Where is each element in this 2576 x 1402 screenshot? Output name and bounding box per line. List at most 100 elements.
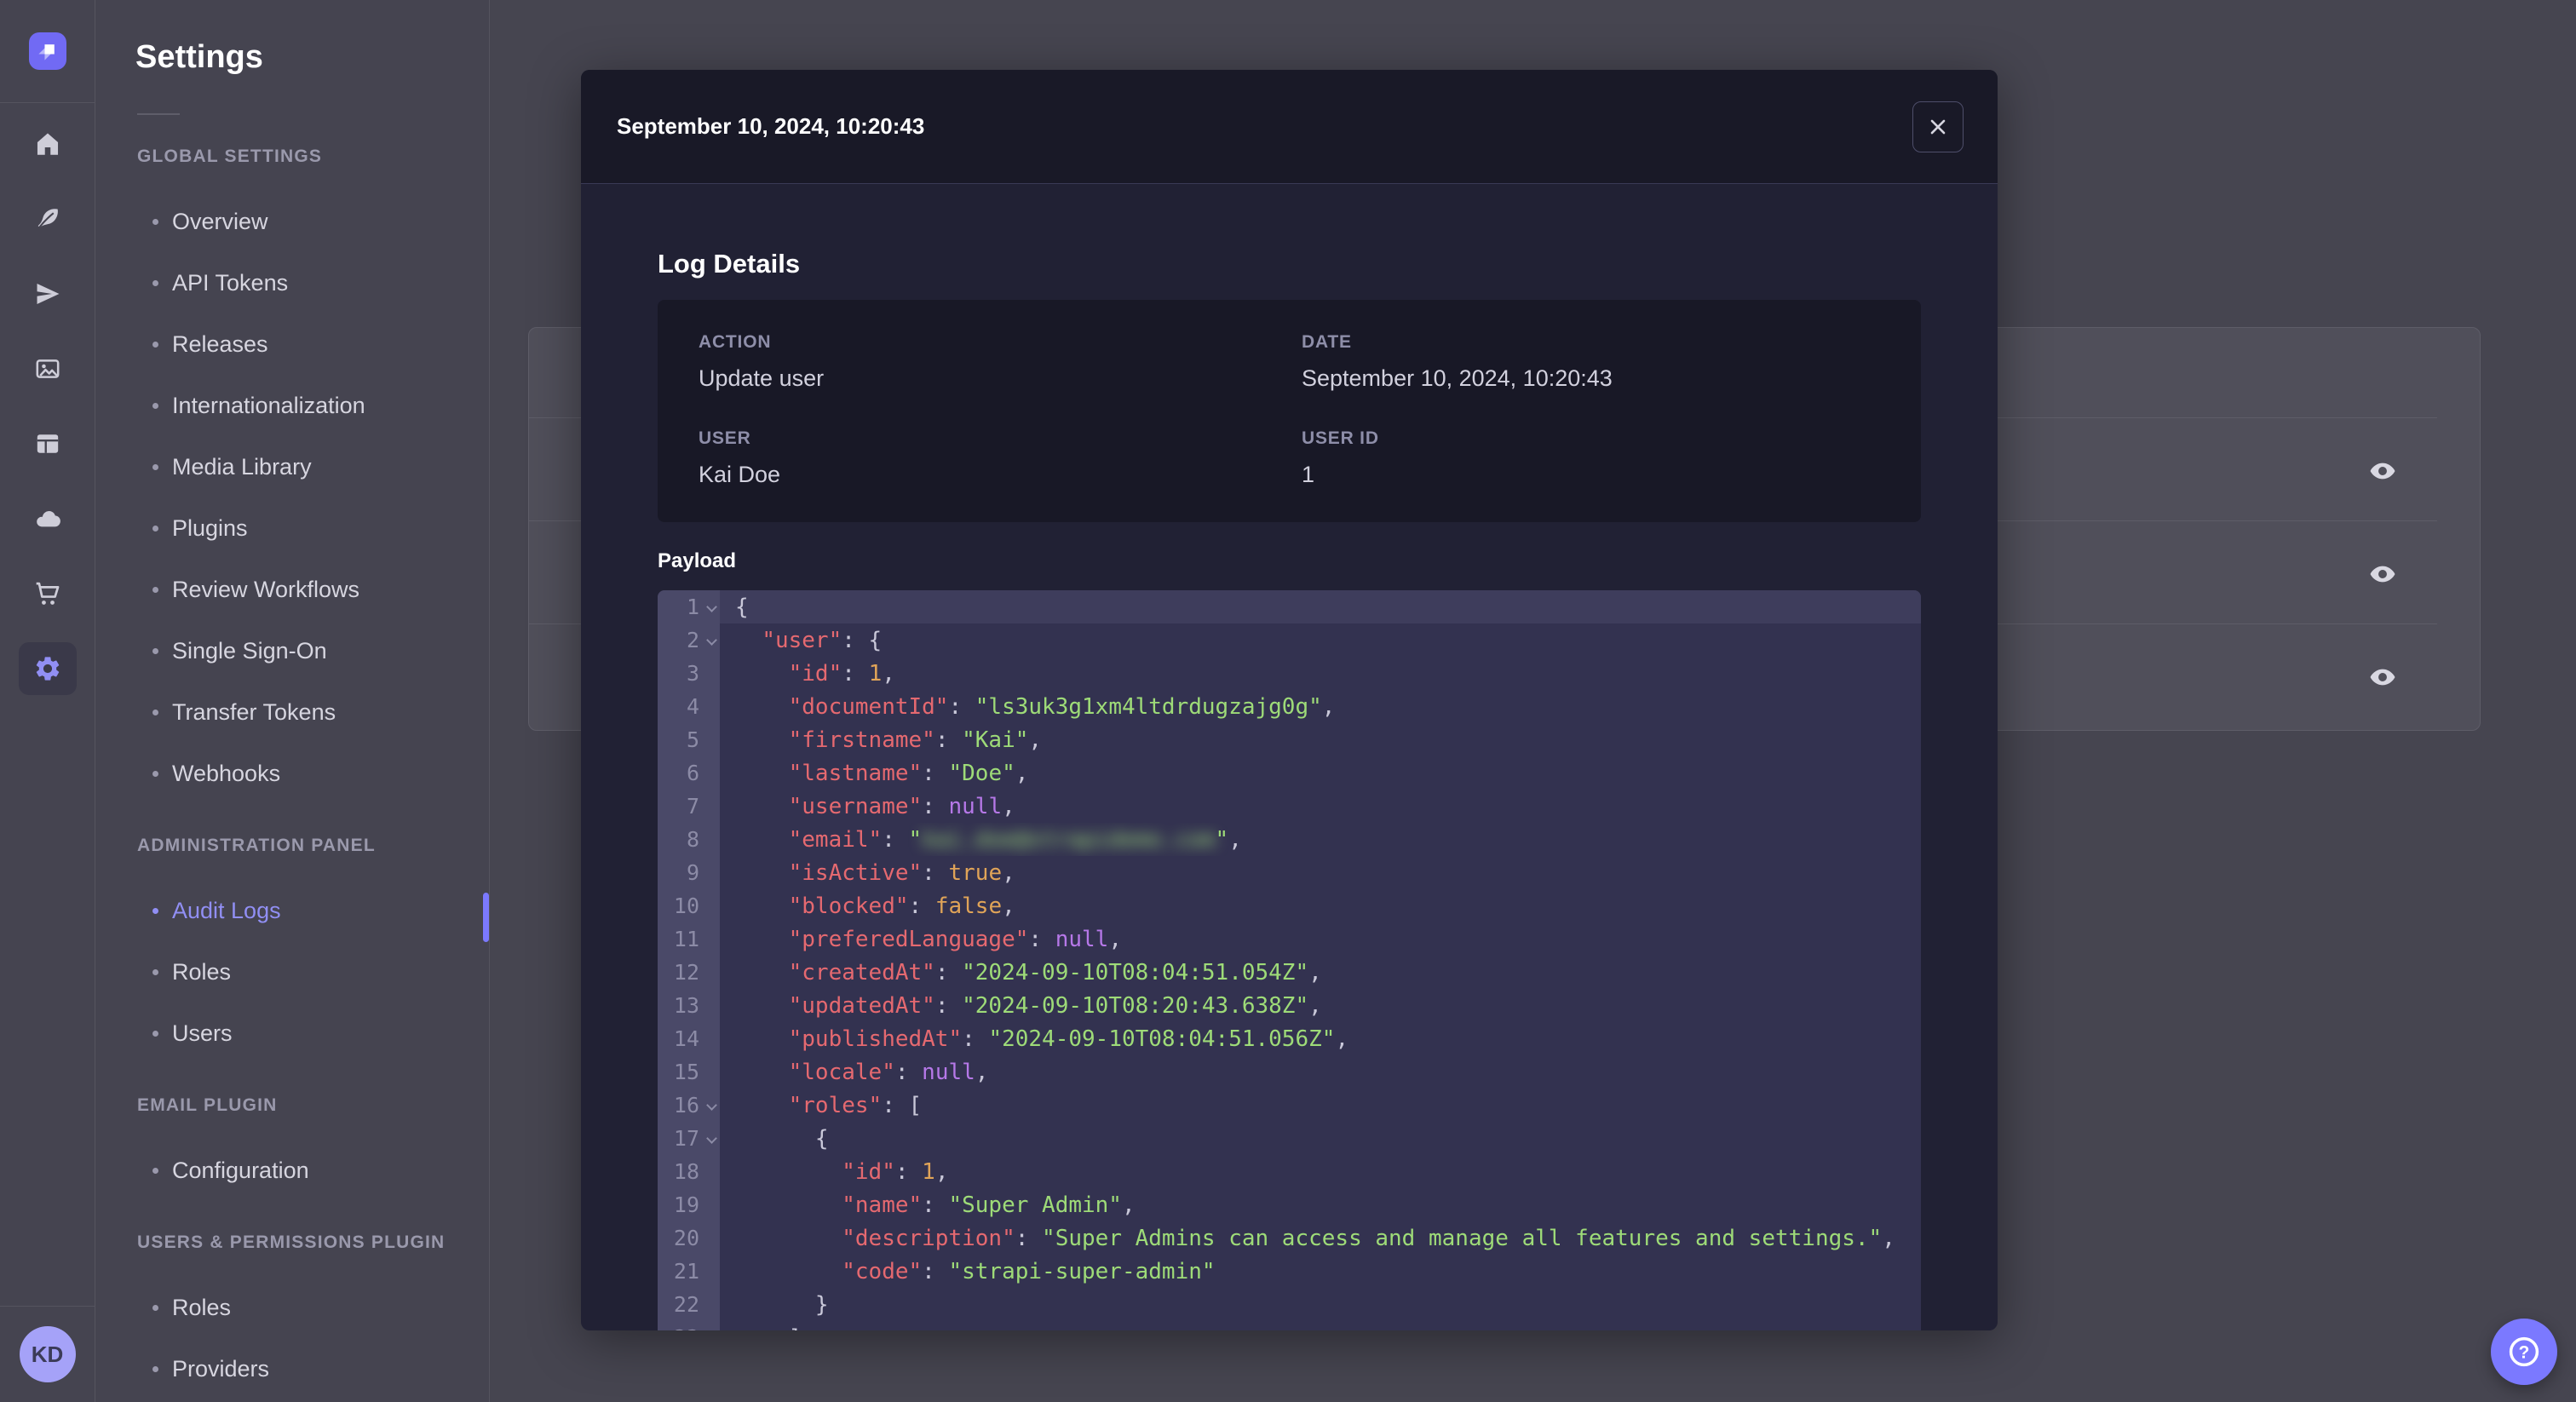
sidebar-item-users[interactable]: Users [96,1003,489,1064]
fold-chevron-icon[interactable] [706,601,717,612]
nav-section: ADMINISTRATION PANEL Audit Logs Roles Users [96,836,489,1064]
code-content: "lastname": "Doe", [788,760,1029,786]
strapi-logo-icon[interactable] [28,32,66,70]
sidebar-item-single-sign-on[interactable]: Single Sign-On [96,620,489,681]
eye-icon[interactable] [2366,660,2400,694]
code-content: "code": "strapi-super-admin" [842,1258,1216,1284]
user-avatar[interactable]: KD [19,1326,76,1382]
help-button[interactable]: ? [2491,1319,2557,1385]
sidebar-item-media-library[interactable]: Media Library [96,436,489,497]
code-content: "locale": null, [788,1059,989,1085]
feather-icon[interactable] [10,181,85,256]
line-number: 12 [658,956,720,989]
modal-title: September 10, 2024, 10:20:43 [617,113,925,139]
field-value: Update user [699,365,825,391]
code-content: "name": "Super Admin", [842,1192,1136,1218]
eye-icon[interactable] [2366,454,2400,488]
sidebar-item-label: Webhooks [172,760,281,786]
sidebar-item-audit-logs[interactable]: Audit Logs [96,880,489,941]
audit-log-details-modal: September 10, 2024, 10:20:43 Log Details… [581,70,1998,1330]
fold-chevron-icon[interactable] [706,1100,717,1111]
code-line: 19 "name": "Super Admin", [658,1188,1921,1221]
code-content: "id": 1, [788,660,895,687]
line-number: 1 [658,590,720,623]
field-date: DATE September 10, 2024, 10:20:43 [1302,332,1880,394]
sidebar-item-plugins[interactable]: Plugins [96,497,489,559]
line-number: 5 [658,723,720,756]
sidebar-footer: KD [0,1306,95,1402]
nav-section-label: EMAIL PLUGIN [137,1095,278,1115]
sidebar-item-label: Roles [172,1294,232,1320]
line-number: 7 [658,790,720,823]
payload-json-editor[interactable]: 1{2 "user": {3 "id": 1,4 "documentId": "… [658,590,1921,1330]
line-number: 23 [658,1321,720,1330]
media-library-icon[interactable] [10,331,85,406]
bullet-dot [152,525,158,531]
page-title: Settings [135,39,263,75]
fold-chevron-icon[interactable] [706,1133,717,1144]
line-number: 11 [658,922,720,956]
sidebar-item-roles[interactable]: Roles [96,941,489,1003]
line-number: 10 [658,889,720,922]
sidebar-item-label: Overview [172,208,268,234]
sidebar-item-label: Plugins [172,514,248,541]
bullet-dot [152,709,158,715]
field-label: DATE [1302,332,1352,352]
eye-icon[interactable] [2366,557,2400,591]
code-content: "roles": [ [788,1092,923,1118]
line-number: 3 [658,657,720,690]
code-content: "description": "Super Admins can access … [842,1225,1895,1251]
code-line: 8 "email": " kai.doe@strapidemo.com ", [658,823,1921,856]
nav-section-label: USERS & PERMISSIONS PLUGIN [137,1232,446,1252]
field-label: ACTION [699,332,772,352]
sidebar-item-label: Internationalization [172,392,365,418]
code-content: "publishedAt": "2024-09-10T08:04:51.056Z… [788,1026,1349,1052]
cloud-icon[interactable] [10,481,85,556]
bullet-dot [152,463,158,470]
code-content: "id": 1, [842,1158,949,1185]
settings-sub-nav: Settings GLOBAL SETTINGS Overview API Toke… [96,0,490,1402]
code-line: 2 "user": { [658,623,1921,657]
sidebar-item-label: Audit Logs [172,897,281,923]
code-line: 17 { [658,1122,1921,1155]
code-line: 13 "updatedAt": "2024-09-10T08:20:43.638… [658,989,1921,1022]
bullet-dot [152,586,158,593]
gear-icon[interactable] [10,631,85,706]
sidebar-item-label: Users [172,1020,233,1046]
sidebar-item-configuration[interactable]: Configuration [96,1140,489,1201]
nav-section: USERS & PERMISSIONS PLUGIN Roles Providers [96,1232,489,1399]
sidebar-item-releases[interactable]: Releases [96,313,489,375]
code-line: 20 "description": "Super Admins can acce… [658,1221,1921,1255]
code-content: "createdAt": "2024-09-10T08:04:51.054Z", [788,959,1322,985]
line-number: 19 [658,1188,720,1221]
sidebar-item-api-tokens[interactable]: API Tokens [96,252,489,313]
code-content: } [814,1291,829,1318]
sidebar-item-internationalization[interactable]: Internationalization [96,375,489,436]
log-details-heading: Log Details [658,249,801,279]
fold-chevron-icon[interactable] [706,635,717,646]
field-action: ACTION Update user [699,332,1302,394]
sidebar-item-label: Single Sign-On [172,637,327,664]
sidebar-item-review-workflows[interactable]: Review Workflows [96,559,489,620]
bullet-dot [152,907,158,914]
code-line: 11 "preferedLanguage": null, [658,922,1921,956]
sidebar-item-providers[interactable]: Providers [96,1338,489,1399]
sidebar-item-roles[interactable]: Roles [96,1277,489,1338]
bullet-dot [152,1167,158,1174]
code-line: 21 "code": "strapi-super-admin" [658,1255,1921,1288]
home-icon[interactable] [10,106,85,181]
main-icon-sidebar: KD [0,0,95,1402]
sidebar-item-label: Roles [172,958,232,985]
title-rule [137,113,180,115]
nav-section-label: ADMINISTRATION PANEL [137,836,376,855]
close-icon[interactable] [1912,101,1964,152]
line-number: 4 [658,690,720,723]
code-line: 12 "createdAt": "2024-09-10T08:04:51.054… [658,956,1921,989]
send-plane-icon[interactable] [10,256,85,331]
layout-icon[interactable] [10,406,85,481]
line-number: 8 [658,823,720,856]
sidebar-item-webhooks[interactable]: Webhooks [96,743,489,804]
sidebar-item-transfer-tokens[interactable]: Transfer Tokens [96,681,489,743]
cart-icon[interactable] [10,556,85,631]
sidebar-item-overview[interactable]: Overview [96,191,489,252]
